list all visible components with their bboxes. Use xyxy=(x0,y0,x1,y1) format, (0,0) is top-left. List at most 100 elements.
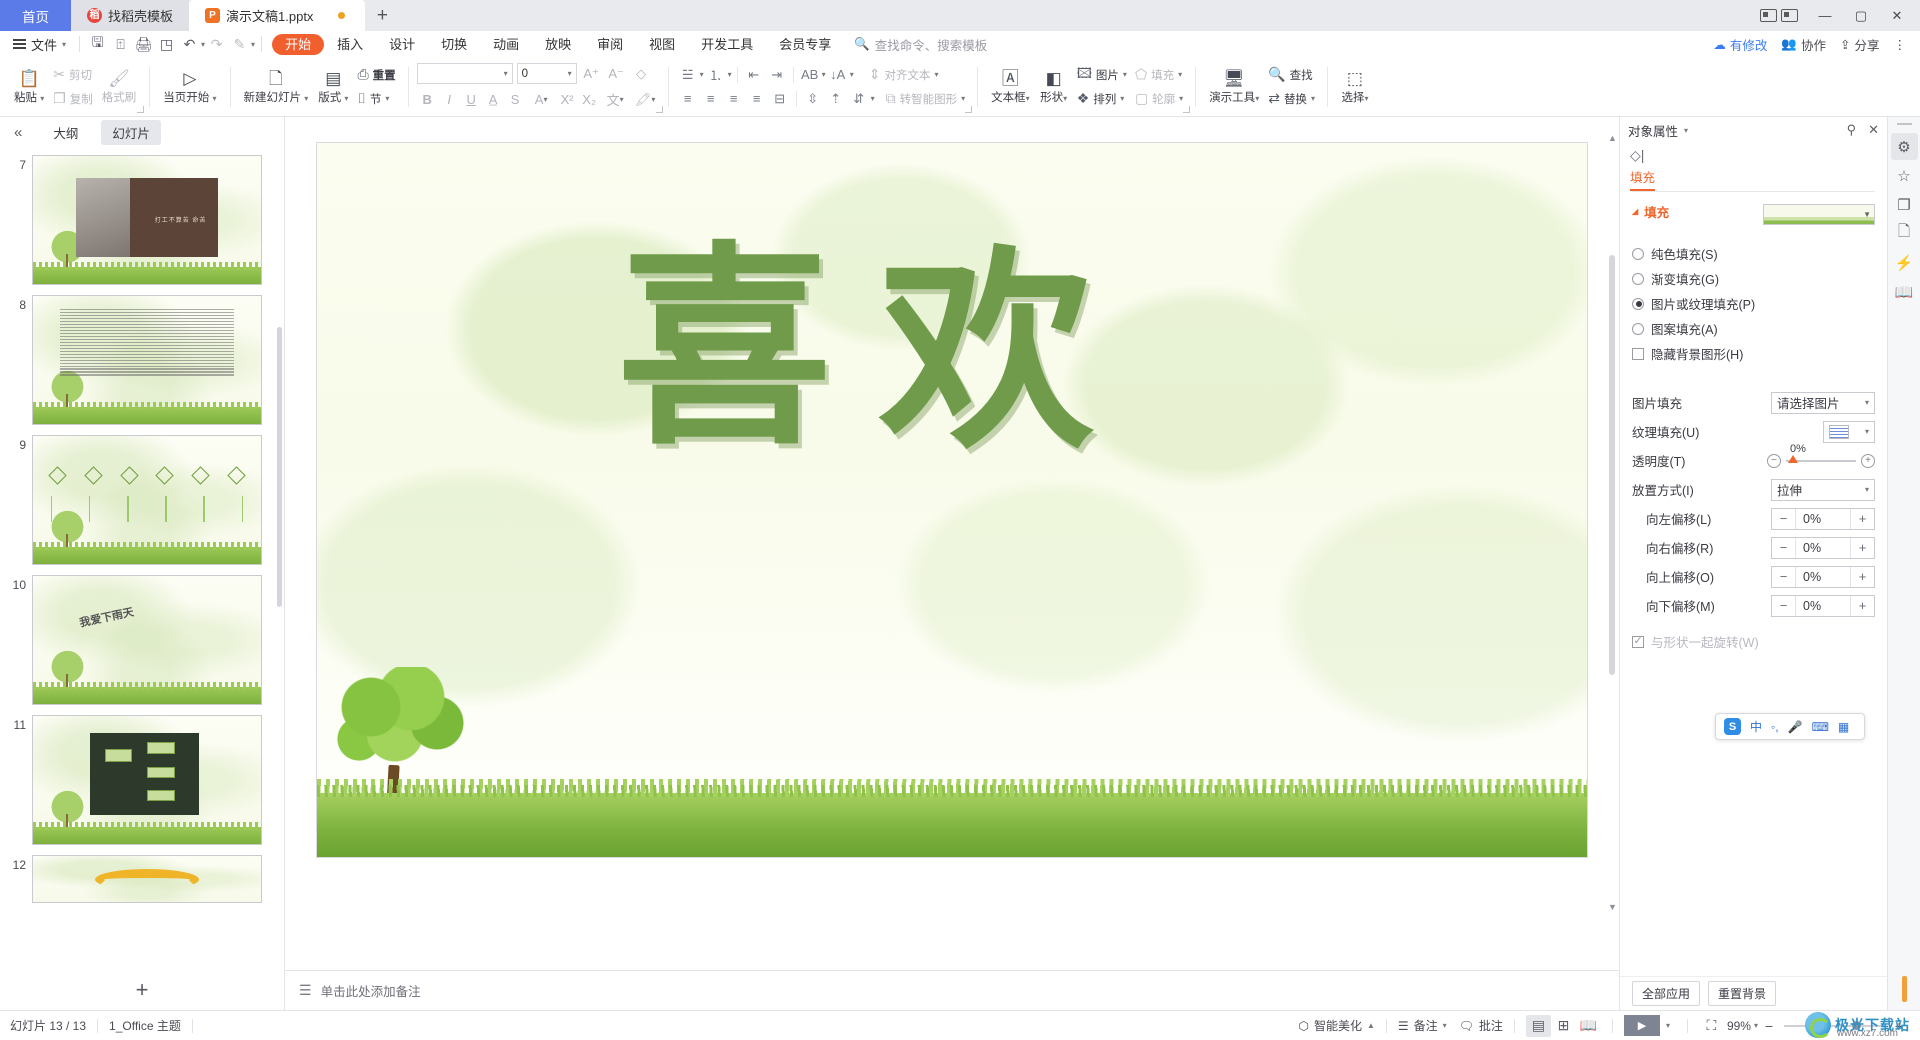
ribbon-tab-view[interactable]: 视图 xyxy=(636,34,688,55)
paragraph-dialog-launcher[interactable] xyxy=(965,105,973,113)
add-slide-button[interactable]: + xyxy=(136,977,149,1003)
list-item[interactable]: 10 我爱下雨天 xyxy=(0,571,284,711)
outline-button[interactable]: ▢ 轮廓 ▾ xyxy=(1131,88,1187,110)
list-item[interactable]: 11 xyxy=(0,711,284,851)
distribute-icon[interactable]: ⊟ xyxy=(769,88,791,109)
tab-find-template[interactable]: 稻 找稻壳模板 xyxy=(71,0,190,31)
reset-button[interactable]: ⎙ 重置 xyxy=(353,64,399,86)
fill-preview-dropdown[interactable]: ▼ xyxy=(1763,204,1875,225)
slider-track[interactable]: 0% xyxy=(1786,443,1856,463)
thumbnail-scrollbar[interactable] xyxy=(277,327,282,607)
collaborate-button[interactable]: 👥 协作 xyxy=(1781,35,1826,54)
normal-view-icon[interactable]: ▤ xyxy=(1525,1014,1551,1037)
font-size-input[interactable]: 0 ▾ xyxy=(516,63,577,84)
copy-button[interactable]: ❐ 复制 xyxy=(49,88,97,110)
slide-thumbnail-12[interactable] xyxy=(32,855,262,903)
clear-format-icon[interactable]: ◇ xyxy=(631,63,652,84)
decrease-font-size-button[interactable]: A⁻ xyxy=(606,63,627,84)
thumbnail-list[interactable]: 7 打工不算苦 命苦 8 9 10 我爱下雨天 11 12 xyxy=(0,147,284,970)
scroll-down-icon[interactable]: ▼ xyxy=(1608,902,1617,912)
zoom-out-button[interactable]: − xyxy=(1758,1018,1780,1034)
ribbon-tab-slideshow[interactable]: 放映 xyxy=(532,34,584,55)
align-text-button[interactable]: ⇕ 对齐文本 ▾ xyxy=(865,64,943,86)
theme-label[interactable]: 1_Office 主题 xyxy=(109,1017,181,1034)
zoom-level-label[interactable]: 99% xyxy=(1727,1019,1751,1033)
list-item[interactable]: 7 打工不算苦 命苦 xyxy=(0,151,284,291)
radio-picture-texture-fill[interactable]: 图片或纹理填充(P) xyxy=(1632,291,1875,316)
offset-right-value[interactable]: 0% xyxy=(1796,538,1850,558)
slide-thumbnail-8[interactable] xyxy=(32,295,262,425)
chevron-down-icon[interactable]: ▾ xyxy=(1684,126,1688,135)
more-options-button[interactable]: ⋮ xyxy=(1894,37,1907,52)
offset-left-value[interactable]: 0% xyxy=(1796,509,1850,529)
design-idea-icon[interactable]: 🗋 xyxy=(1891,220,1918,247)
arrange-button[interactable]: ❖ 排列 ▾ xyxy=(1073,88,1131,110)
radio-pattern-fill[interactable]: 图案填充(A) xyxy=(1632,316,1875,341)
rail-handle[interactable] xyxy=(1896,123,1912,125)
ribbon-tab-start[interactable]: 开始 xyxy=(272,33,325,55)
mic-icon[interactable]: 🎤 xyxy=(1788,720,1803,734)
ribbon-tab-transition[interactable]: 切换 xyxy=(428,34,480,55)
seat-icon[interactable] xyxy=(1760,9,1798,22)
layout-button[interactable]: ▤ 版式 ▾ xyxy=(313,67,353,107)
placement-select[interactable]: 拉伸 ▾ xyxy=(1771,478,1875,501)
customize-quick-access-icon[interactable]: ▾ xyxy=(251,40,255,49)
reset-background-button[interactable]: 重置背景 xyxy=(1708,981,1777,1006)
keyboard-icon[interactable]: ⌨ xyxy=(1812,720,1829,734)
play-slideshow-button[interactable]: ▶ xyxy=(1623,1015,1660,1036)
tab-outline[interactable]: 大纲 xyxy=(42,120,89,145)
transparency-slider[interactable]: − 0% + xyxy=(1767,443,1875,468)
tab-presentation1[interactable]: P 演示文稿1.pptx xyxy=(189,0,366,31)
subscript-button[interactable]: X₂ xyxy=(579,89,600,110)
replace-button[interactable]: ⇄ 替换 ▾ xyxy=(1264,88,1319,110)
fit-to-window-icon[interactable]: ⛶ xyxy=(1699,1015,1724,1037)
italic-button[interactable]: I xyxy=(439,89,460,110)
canvas-scroll-thumb[interactable] xyxy=(1609,255,1615,675)
text-direction-icon[interactable]: AB xyxy=(799,64,821,85)
duplicate-icon[interactable]: ❐ xyxy=(1891,191,1918,218)
texture-fill-select[interactable]: ▾ xyxy=(1823,420,1875,443)
slide-thumbnail-11[interactable] xyxy=(32,715,262,845)
star-icon[interactable]: ☆ xyxy=(1891,162,1918,189)
current-slide[interactable]: 喜 欢 xyxy=(316,142,1588,858)
plus-icon[interactable]: + xyxy=(1850,595,1874,616)
paste-button[interactable]: 📋 粘贴 ▾ xyxy=(9,67,49,107)
shapes-button[interactable]: ◧ 形状▾ xyxy=(1035,67,1073,107)
align-left-icon[interactable]: ≡ xyxy=(677,88,699,109)
find-button[interactable]: 🔍 查找 xyxy=(1264,64,1319,86)
slide-thumbnail-7[interactable]: 打工不算苦 命苦 xyxy=(32,155,262,285)
font-dialog-launcher[interactable] xyxy=(655,105,663,113)
ribbon-tab-review[interactable]: 审阅 xyxy=(584,34,636,55)
tab-home[interactable]: 首页 xyxy=(0,0,71,31)
minimize-button[interactable]: — xyxy=(1808,2,1842,29)
close-icon[interactable]: ✕ xyxy=(1868,122,1879,138)
offset-top-value[interactable]: 0% xyxy=(1796,567,1850,587)
offset-right-spinner[interactable]: − 0% + xyxy=(1771,536,1875,559)
fill-section-title[interactable]: ◢ 填充 xyxy=(1632,202,1669,221)
ribbon-tab-member[interactable]: 会员专享 xyxy=(766,34,844,55)
presentation-tools-button[interactable]: 🖥 演示工具▾ xyxy=(1204,67,1264,107)
textbox-button[interactable]: 🄰 文本框▾ xyxy=(986,67,1035,107)
comment-button[interactable]: 🗨 批注 xyxy=(1459,1017,1503,1034)
wordart-group[interactable]: 喜 欢 xyxy=(617,241,1137,471)
increase-indent-icon[interactable]: ⇥ xyxy=(766,64,788,85)
offset-left-spinner[interactable]: − 0% + xyxy=(1771,507,1875,530)
minus-icon[interactable]: − xyxy=(1772,595,1796,616)
plus-icon[interactable]: + xyxy=(1850,508,1874,529)
align-center-icon[interactable]: ≡ xyxy=(700,88,722,109)
increase-icon[interactable]: + xyxy=(1861,453,1875,468)
radio-gradient-fill[interactable]: 渐变填充(G) xyxy=(1632,266,1875,291)
rail-accent-indicator[interactable] xyxy=(1901,976,1907,1002)
toolbox-icon[interactable]: ▦ xyxy=(1838,720,1849,734)
file-menu-button[interactable]: 文件 ▾ xyxy=(6,35,73,54)
print-icon[interactable]: 🖨 xyxy=(132,33,155,55)
bold-button[interactable]: B xyxy=(417,89,438,110)
char-border-icon[interactable]: A̲ xyxy=(483,89,504,110)
notes-bar[interactable]: ☰ 单击此处添加备注 xyxy=(285,970,1619,1010)
numbering-icon[interactable]: ⒈ xyxy=(705,64,727,85)
save-as-icon[interactable]: ⍐ xyxy=(109,33,132,55)
new-tab-button[interactable]: + xyxy=(365,0,400,31)
font-color-button[interactable]: A ▾ xyxy=(527,89,556,110)
new-slide-button[interactable]: 🗋 新建幻灯片 ▾ xyxy=(239,67,314,107)
list-item[interactable]: 12 xyxy=(0,851,284,909)
